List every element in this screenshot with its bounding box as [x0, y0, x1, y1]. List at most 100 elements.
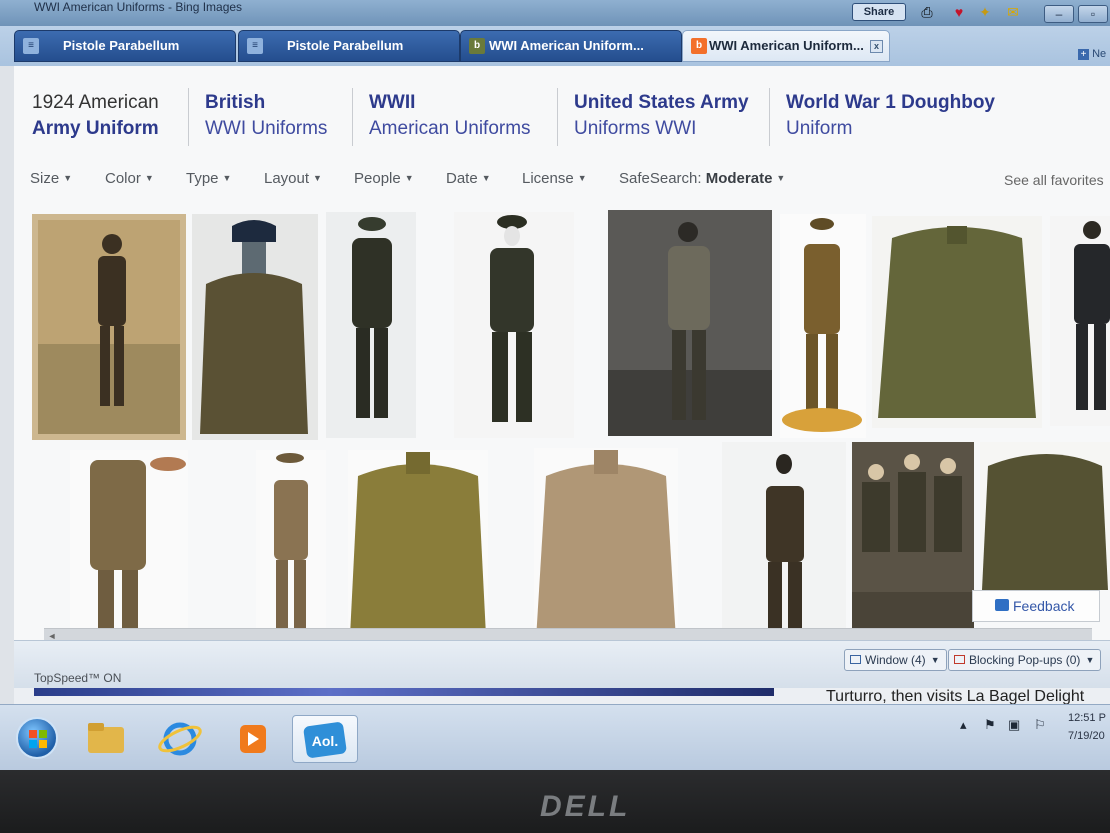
share-button[interactable]: Share: [852, 3, 906, 21]
uniform-with-cap: [70, 450, 188, 646]
safesearch-filter[interactable]: SafeSearch: Moderate ▼: [619, 170, 785, 187]
windows-logo-part: [29, 740, 37, 748]
related-search-4[interactable]: United States Army Uniforms WWI: [574, 90, 749, 142]
image-result-11[interactable]: [348, 450, 488, 646]
tab-bar: ≡ Pistole Parabellum ≡ Pistole Parabellu…: [0, 26, 1110, 66]
window-button[interactable]: Window (4) ▼: [844, 649, 947, 671]
monitor-bezel: DELL: [0, 770, 1110, 833]
related-line2: Uniforms WWI: [574, 118, 697, 139]
windows-logo-icon: [29, 730, 37, 738]
filter-date[interactable]: Date ▼: [446, 170, 491, 187]
image-result-3[interactable]: [326, 212, 416, 438]
related-search-1[interactable]: 1924 American Army Uniform: [32, 90, 159, 142]
sepia-soldier-photo: [32, 214, 186, 440]
safesearch-value: Moderate: [705, 170, 773, 187]
windows-logo-part: [39, 740, 47, 748]
image-result-15[interactable]: [980, 442, 1110, 590]
maximize-button[interactable]: ▫: [1078, 5, 1108, 23]
related-line2: American Uniforms: [369, 118, 531, 139]
taskbar-media-player[interactable]: [222, 715, 282, 763]
image-result-10[interactable]: [256, 450, 326, 646]
minimize-button[interactable]: –: [1044, 5, 1074, 23]
caret-down-icon: ▼: [222, 173, 232, 183]
related-line2: Army Uniform: [32, 118, 159, 139]
window-title: WWI American Uniforms - Bing Images: [34, 0, 243, 14]
caret-down-icon: ▼: [63, 173, 73, 183]
filter-type[interactable]: Type ▼: [186, 170, 231, 187]
tab-label: WWI American Uniform...: [709, 38, 864, 53]
related-line1: World War 1 Doughboy: [786, 92, 995, 113]
clock-date: 7/19/20: [1068, 730, 1105, 742]
image-result-1[interactable]: [32, 214, 186, 440]
filter-label: Layout: [264, 170, 310, 187]
popup-blocker-label: Blocking Pop-ups (0): [969, 653, 1081, 667]
windows-logo-part: [39, 730, 47, 738]
monitor-screen: WWI American Uniforms - Bing Images Shar…: [0, 0, 1110, 770]
mail-icon[interactable]: ✉: [1004, 4, 1022, 20]
filter-layout[interactable]: Layout ▼: [264, 170, 322, 187]
image-result-14[interactable]: [852, 442, 974, 632]
tab-wwi-uniforms-1[interactable]: b WWI American Uniform...: [460, 30, 682, 62]
close-tab-icon[interactable]: x: [870, 40, 883, 53]
filter-color[interactable]: Color ▼: [105, 170, 154, 187]
image-result-4[interactable]: [454, 212, 574, 438]
show-hidden-icons[interactable]: ▴: [960, 717, 967, 733]
olive-tunic-2: [980, 442, 1110, 590]
clock-time: 12:51 P: [1068, 712, 1106, 724]
three-soldiers-photo: [852, 442, 974, 632]
bing-favicon-icon: b: [469, 38, 485, 54]
filter-label: People: [354, 170, 401, 187]
image-result-5[interactable]: [608, 210, 772, 436]
comment-icon: [995, 599, 1009, 611]
filter-label: Color: [105, 170, 141, 187]
image-result-7[interactable]: [872, 216, 1042, 428]
windows-taskbar: Aol. ▴ ⚑ ▣ ⚐ 12:51 P 7/19/20: [0, 704, 1110, 770]
divider: [188, 88, 189, 146]
taskbar-internet-explorer[interactable]: [150, 715, 210, 763]
filter-size[interactable]: Size ▼: [30, 170, 72, 187]
image-result-6[interactable]: [780, 214, 866, 438]
action-center-icon[interactable]: ⚑: [984, 717, 996, 733]
games-icon[interactable]: ✦: [976, 4, 994, 20]
heart-icon[interactable]: ♥: [950, 4, 968, 20]
caret-down-icon: ▼: [776, 173, 786, 183]
image-result-13[interactable]: [722, 442, 846, 632]
taskbar-aol[interactable]: Aol.: [292, 715, 358, 763]
window-button-label: Window (4): [865, 653, 926, 667]
start-button[interactable]: [16, 717, 58, 759]
network-icon[interactable]: ▣: [1008, 717, 1020, 733]
caret-down-icon: ▼: [313, 173, 322, 183]
bing-favicon-icon: b: [691, 38, 707, 54]
related-search-2[interactable]: British WWI Uniforms: [205, 90, 327, 142]
tab-pistole-2[interactable]: ≡ Pistole Parabellum: [238, 30, 460, 62]
new-tab-button[interactable]: + Ne: [1078, 48, 1106, 60]
system-clock[interactable]: 12:51 P 7/19/20: [1068, 709, 1106, 745]
flag-icon[interactable]: ⚐: [1034, 717, 1046, 733]
caret-down-icon: ▼: [404, 173, 414, 183]
aol-icon: Aol.: [303, 722, 347, 758]
filter-license[interactable]: License ▼: [522, 170, 587, 187]
tab-label: WWI American Uniform...: [489, 38, 644, 53]
doughboy-figure: [780, 214, 866, 438]
filter-people[interactable]: People ▼: [354, 170, 414, 187]
related-search-3[interactable]: WWII American Uniforms: [369, 90, 531, 142]
caret-down-icon: ▼: [144, 173, 154, 183]
background-banner: [34, 688, 774, 696]
tab-pistole-1[interactable]: ≡ Pistole Parabellum: [14, 30, 236, 62]
image-result-8[interactable]: [1050, 216, 1110, 426]
aol-label: Aol.: [312, 733, 338, 749]
image-result-9[interactable]: [70, 450, 188, 646]
tab-wwi-uniforms-active[interactable]: b WWI American Uniform... x: [682, 30, 890, 62]
popup-blocker-button[interactable]: Blocking Pop-ups (0) ▼: [948, 649, 1102, 671]
image-result-2[interactable]: [192, 214, 318, 440]
see-all-favorites-link[interactable]: See all favorites: [1004, 172, 1104, 188]
campaign-hat-soldier: [256, 450, 326, 646]
image-result-12[interactable]: [534, 448, 678, 646]
printer-icon[interactable]: ⎙: [918, 4, 936, 20]
filter-label: Date: [446, 170, 478, 187]
feedback-button[interactable]: Feedback: [972, 590, 1100, 622]
filter-label: License: [522, 170, 574, 187]
related-search-5[interactable]: World War 1 Doughboy Uniform: [786, 90, 995, 142]
taskbar-file-explorer[interactable]: [76, 715, 136, 763]
caret-down-icon: ▼: [481, 173, 491, 183]
